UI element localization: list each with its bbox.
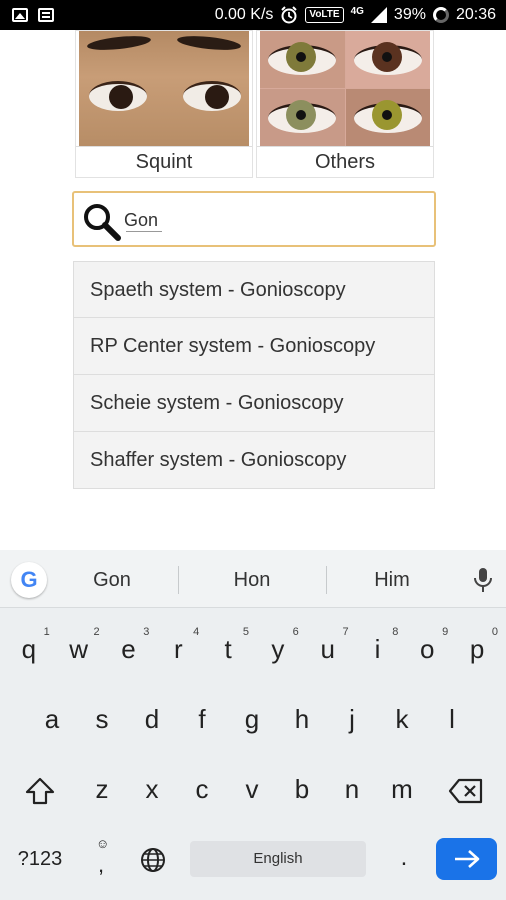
key-hint: 7 <box>342 626 349 638</box>
key-h[interactable]: h <box>277 690 327 750</box>
network-speed: 0.00 K/s <box>214 6 274 23</box>
key-j[interactable]: j <box>327 690 377 750</box>
category-card-others[interactable]: Others <box>256 30 434 178</box>
volte-badge: VoLTE <box>305 7 344 23</box>
space-key[interactable]: English <box>190 841 366 877</box>
battery-percent: 39% <box>393 6 426 23</box>
key-y[interactable]: y6 <box>253 620 303 680</box>
key-o[interactable]: o9 <box>402 620 452 680</box>
key-f[interactable]: f <box>177 690 227 750</box>
soft-keyboard: G Gon Hon Him q1w2e3r4t5y6u7i8o9p0 asdfg… <box>0 550 506 900</box>
key-w[interactable]: w2 <box>54 620 104 680</box>
key-u[interactable]: u7 <box>303 620 353 680</box>
search-results-list: Spaeth system - Gonioscopy RP Center sys… <box>73 261 435 489</box>
search-box[interactable] <box>72 191 436 247</box>
key-m[interactable]: m <box>377 760 427 820</box>
key-l[interactable]: l <box>427 690 477 750</box>
news-notification-icon <box>38 8 54 22</box>
period-key[interactable]: . <box>392 844 416 872</box>
key-z[interactable]: z <box>77 760 127 820</box>
key-hint: 6 <box>292 626 299 638</box>
key-g[interactable]: g <box>227 690 277 750</box>
key-k[interactable]: k <box>377 690 427 750</box>
key-r[interactable]: r4 <box>153 620 203 680</box>
key-s[interactable]: s <box>77 690 127 750</box>
key-d[interactable]: d <box>127 690 177 750</box>
key-e[interactable]: e3 <box>104 620 154 680</box>
category-card-squint[interactable]: Squint <box>75 30 253 178</box>
clock: 20:36 <box>455 6 496 23</box>
list-item[interactable]: Spaeth system - Gonioscopy <box>73 261 435 318</box>
key-x[interactable]: x <box>127 760 177 820</box>
battery-icon <box>432 7 449 23</box>
suggestion-3[interactable]: Him <box>336 550 448 608</box>
key-b[interactable]: b <box>277 760 327 820</box>
category-label: Squint <box>76 146 252 177</box>
colored-eyes-collage-photo <box>260 31 430 146</box>
suggestion-2[interactable]: Hon <box>190 550 314 608</box>
microphone-icon[interactable] <box>472 566 494 594</box>
key-n[interactable]: n <box>327 760 377 820</box>
signal-icon <box>370 7 387 23</box>
list-item[interactable]: RP Center system - Gonioscopy <box>73 318 435 375</box>
composing-underline <box>126 231 162 232</box>
key-q[interactable]: q1 <box>4 620 54 680</box>
app-screen: { "status_bar": { "network_speed": "0.00… <box>0 0 506 900</box>
search-icon <box>84 204 121 241</box>
enter-key[interactable] <box>436 838 497 880</box>
key-hint: 5 <box>242 626 249 638</box>
squint-eyes-photo <box>79 31 249 146</box>
symbols-key[interactable]: ?123 <box>10 848 70 871</box>
emoji-hint-icon: ☺ <box>96 836 110 851</box>
suggestion-1[interactable]: Gon <box>52 550 172 608</box>
category-label: Others <box>257 146 433 177</box>
suggestion-bar: G Gon Hon Him <box>0 550 506 608</box>
key-hint: 3 <box>143 626 150 638</box>
globe-icon[interactable] <box>139 846 167 874</box>
status-bar: 0.00 K/s VoLTE 4G 39% 20:36 <box>0 0 506 30</box>
key-hint: 9 <box>442 626 449 638</box>
key-v[interactable]: v <box>227 760 277 820</box>
key-hint: 2 <box>93 626 100 638</box>
comma-key[interactable]: ☺ , <box>88 836 118 877</box>
key-i[interactable]: i8 <box>353 620 403 680</box>
key-p[interactable]: p0 <box>452 620 502 680</box>
list-item[interactable]: Shaffer system - Gonioscopy <box>73 432 435 489</box>
key-hint: 4 <box>193 626 200 638</box>
key-c[interactable]: c <box>177 760 227 820</box>
backspace-icon[interactable] <box>448 778 484 804</box>
list-item[interactable]: Scheie system - Gonioscopy <box>73 375 435 432</box>
gallery-notification-icon <box>12 8 28 22</box>
key-hint: 0 <box>491 626 498 638</box>
search-input[interactable] <box>124 206 414 234</box>
key-hint: 1 <box>43 626 50 638</box>
shift-icon[interactable] <box>24 776 56 806</box>
key-t[interactable]: t5 <box>203 620 253 680</box>
network-type: 4G <box>350 5 364 17</box>
arrow-right-icon <box>455 850 480 868</box>
key-hint: 8 <box>392 626 399 638</box>
key-a[interactable]: a <box>27 690 77 750</box>
alarm-icon <box>281 6 298 24</box>
google-icon[interactable]: G <box>11 562 47 598</box>
